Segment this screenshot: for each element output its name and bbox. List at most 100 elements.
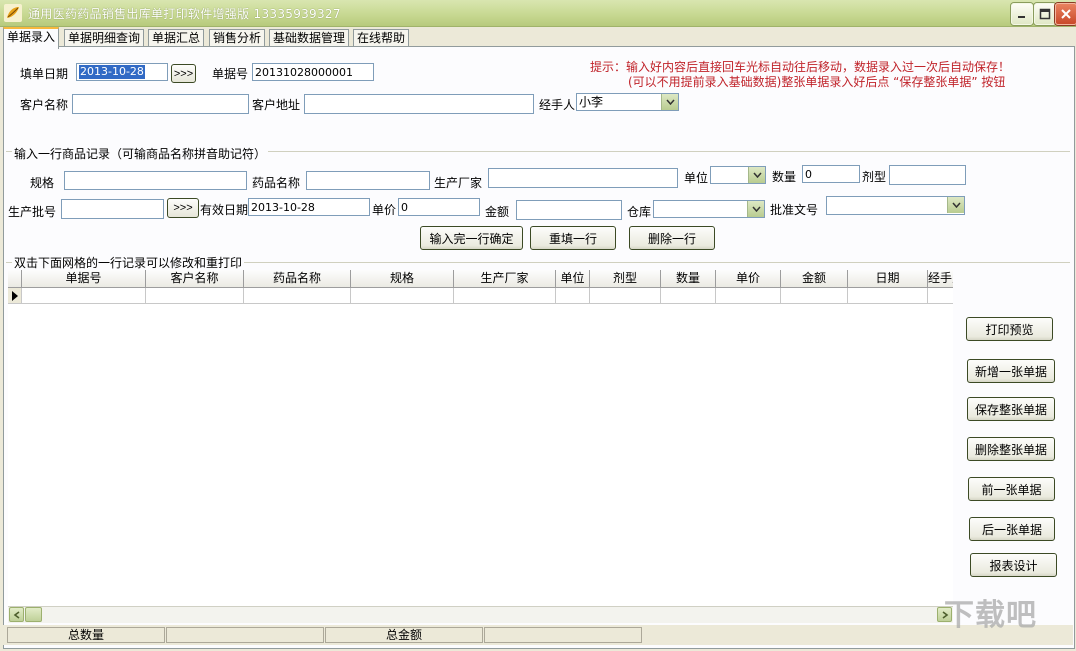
table-row[interactable]	[8, 288, 953, 304]
col-header-unit[interactable]: 单位	[556, 270, 590, 288]
warehouse-label: 仓库	[627, 205, 652, 219]
handler-label: 经手人	[539, 98, 576, 112]
previous-document-button[interactable]: 前一张单据	[968, 477, 1055, 501]
row-selector[interactable]	[8, 288, 22, 304]
customer-field[interactable]	[72, 94, 249, 114]
col-header-handler[interactable]: 经手人	[928, 270, 953, 288]
confirm-row-button[interactable]: 输入完一行确定	[420, 226, 523, 250]
batch-label: 生产批号	[8, 205, 57, 219]
docno-label: 单据号	[212, 67, 249, 81]
table-cell[interactable]	[590, 288, 661, 304]
tab-summary[interactable]: 单据汇总	[148, 29, 205, 47]
app-leaf-icon	[4, 4, 22, 22]
date-picker-button[interactable]: >>>	[171, 64, 196, 83]
delete-document-button[interactable]: 删除整张单据	[967, 437, 1055, 461]
table-cell[interactable]	[351, 288, 454, 304]
total-amount-label: 总金额	[325, 627, 483, 643]
spec-label: 规格	[30, 176, 55, 190]
warehouse-select[interactable]	[653, 200, 765, 218]
table-cell[interactable]	[556, 288, 590, 304]
minimize-icon	[1018, 16, 1025, 18]
col-header-customer[interactable]: 客户名称	[146, 270, 244, 288]
new-document-button[interactable]: 新增一张单据	[967, 359, 1055, 383]
chevron-down-icon[interactable]	[947, 197, 964, 213]
col-header-date[interactable]: 日期	[848, 270, 928, 288]
scroll-left-button[interactable]	[9, 607, 24, 622]
close-button[interactable]	[1055, 3, 1076, 25]
records-grid[interactable]: 单据号 客户名称 药品名称 规格 生产厂家 单位 剂型 数量 单价 金额 日期 …	[8, 270, 953, 607]
refill-row-button[interactable]: 重填一行	[530, 226, 616, 250]
chevron-down-icon[interactable]	[748, 167, 765, 183]
dosage-form-field[interactable]	[889, 165, 966, 185]
col-header-drug[interactable]: 药品名称	[244, 270, 351, 288]
tab-sales-analysis[interactable]: 销售分析	[209, 29, 266, 47]
save-document-button[interactable]: 保存整张单据	[967, 397, 1055, 421]
chevron-down-icon[interactable]	[661, 94, 678, 110]
amount-label: 金额	[485, 205, 510, 219]
expiry-label: 有效日期	[200, 203, 249, 217]
table-cell[interactable]	[716, 288, 781, 304]
table-cell[interactable]	[848, 288, 928, 304]
minimize-button[interactable]	[1011, 3, 1033, 25]
col-header-amount[interactable]: 金额	[781, 270, 848, 288]
maximize-icon	[1039, 8, 1051, 20]
total-qty-value	[166, 627, 324, 643]
date-label: 填单日期	[20, 67, 69, 81]
approval-select[interactable]	[826, 196, 965, 215]
table-cell[interactable]	[781, 288, 848, 304]
next-document-button[interactable]: 后一张单据	[969, 517, 1055, 541]
col-header-form[interactable]: 剂型	[590, 270, 661, 288]
table-cell[interactable]	[244, 288, 351, 304]
batch-picker-button[interactable]: >>>	[167, 198, 199, 218]
table-cell[interactable]	[146, 288, 244, 304]
chevron-down-icon[interactable]	[747, 201, 764, 217]
address-label: 客户地址	[252, 98, 301, 112]
table-cell[interactable]	[928, 288, 953, 304]
total-qty-label: 总数量	[7, 627, 165, 643]
table-cell[interactable]	[22, 288, 146, 304]
col-header-docno[interactable]: 单据号	[22, 270, 146, 288]
handler-select[interactable]: 小李	[576, 93, 679, 111]
title-bar[interactable]: 通用医药药品销售出库单打印软件增强版 13335939327	[0, 0, 1076, 27]
horizontal-scrollbar[interactable]	[8, 606, 953, 623]
tab-basic-data[interactable]: 基础数据管理	[269, 29, 350, 47]
batch-field[interactable]	[61, 199, 164, 219]
unit-select[interactable]	[710, 166, 766, 184]
qty-field[interactable]	[802, 165, 860, 183]
docno-field[interactable]	[252, 63, 374, 81]
maximize-button[interactable]	[1034, 3, 1056, 25]
unit-label: 单位	[684, 171, 709, 185]
drug-name-field[interactable]	[306, 171, 430, 190]
delete-row-button[interactable]: 删除一行	[629, 226, 715, 250]
price-field[interactable]	[398, 198, 480, 216]
hint-line-2: (可以不用提前录入基础数据)整张单据录入好后点 “保存整张单据” 按钮	[628, 75, 1006, 89]
address-field[interactable]	[304, 94, 534, 114]
scroll-thumb[interactable]	[25, 607, 42, 622]
col-header-qty[interactable]: 数量	[661, 270, 716, 288]
amount-field[interactable]	[516, 200, 622, 220]
tab-entry[interactable]: 单据录入	[3, 27, 60, 49]
grid-header: 单据号 客户名称 药品名称 规格 生产厂家 单位 剂型 数量 单价 金额 日期 …	[8, 270, 953, 288]
maker-field[interactable]	[488, 168, 678, 188]
print-preview-button[interactable]: 打印预览	[966, 317, 1053, 341]
tab-online-help[interactable]: 在线帮助	[353, 29, 410, 47]
table-cell[interactable]	[661, 288, 716, 304]
close-icon	[1061, 9, 1071, 19]
window-title: 通用医药药品销售出库单打印软件增强版 13335939327	[28, 7, 341, 21]
current-row-arrow-icon	[12, 291, 18, 301]
col-header-spec[interactable]: 规格	[351, 270, 454, 288]
col-header-maker[interactable]: 生产厂家	[454, 270, 556, 288]
approval-label: 批准文号	[770, 203, 819, 217]
col-header-price[interactable]: 单价	[716, 270, 781, 288]
table-cell[interactable]	[454, 288, 556, 304]
total-amount-value	[484, 627, 642, 643]
chevron-left-icon	[13, 610, 19, 619]
tab-detail-query[interactable]: 单据明细查询	[64, 29, 145, 47]
date-selected-text: 2013-10-28	[79, 65, 145, 79]
item-group-title: 输入一行商品记录（可输商品名称拼音助记符）	[12, 145, 269, 162]
qty-label: 数量	[772, 170, 797, 184]
expiry-field[interactable]	[248, 198, 370, 216]
dosage-form-label: 剂型	[862, 170, 887, 184]
spec-field[interactable]	[64, 171, 247, 190]
report-design-button[interactable]: 报表设计	[970, 553, 1057, 577]
